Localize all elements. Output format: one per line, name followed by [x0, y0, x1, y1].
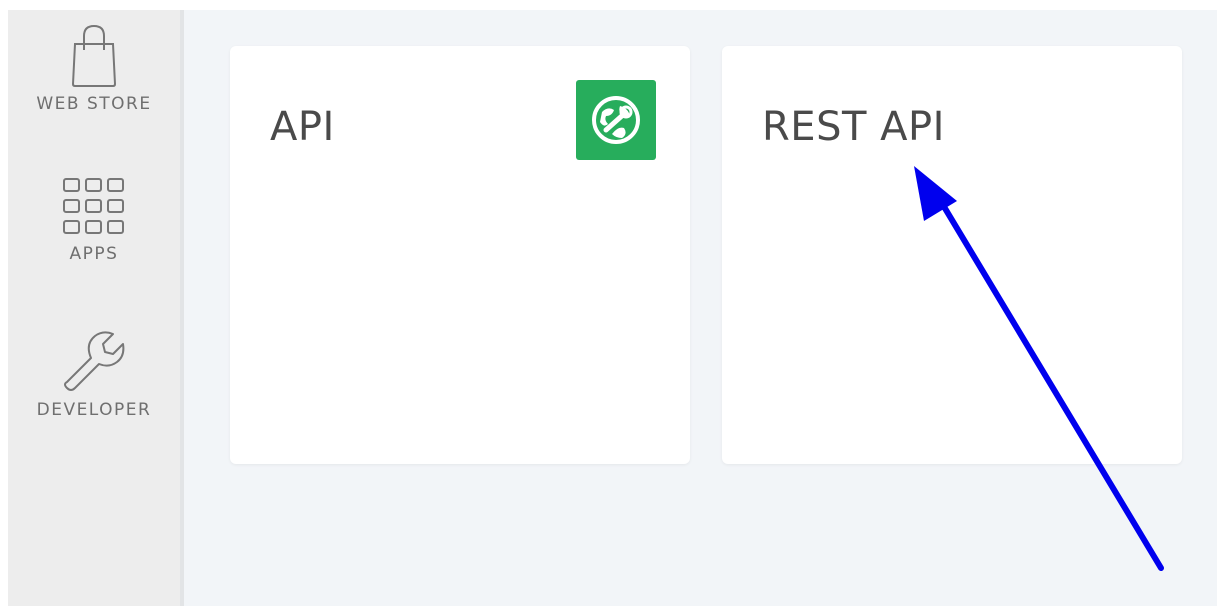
- apps-grid-icon: [63, 178, 124, 234]
- main-content: API REST API: [184, 10, 1217, 606]
- api-badge: [576, 80, 656, 160]
- wrench-icon: [64, 331, 125, 391]
- api-card[interactable]: API: [230, 46, 690, 464]
- shopping-bag-icon: [71, 24, 117, 87]
- card-title: API: [270, 104, 335, 150]
- sidebar-item-label: WEB STORE: [36, 94, 152, 114]
- globe-wrench-icon: [592, 96, 640, 144]
- rest-api-card[interactable]: REST API: [722, 46, 1182, 464]
- sidebar-item-web-store[interactable]: WEB STORE: [8, 22, 180, 114]
- sidebar: WEB STORE APPS DEVELOPER: [8, 10, 184, 606]
- sidebar-item-apps[interactable]: APPS: [8, 176, 180, 264]
- sidebar-item-label: APPS: [69, 244, 119, 264]
- card-title: REST API: [762, 104, 945, 150]
- sidebar-item-label: DEVELOPER: [36, 400, 152, 420]
- app-frame: WEB STORE APPS DEVELOPER API REST API: [0, 0, 1217, 606]
- sidebar-item-developer[interactable]: DEVELOPER: [8, 328, 180, 420]
